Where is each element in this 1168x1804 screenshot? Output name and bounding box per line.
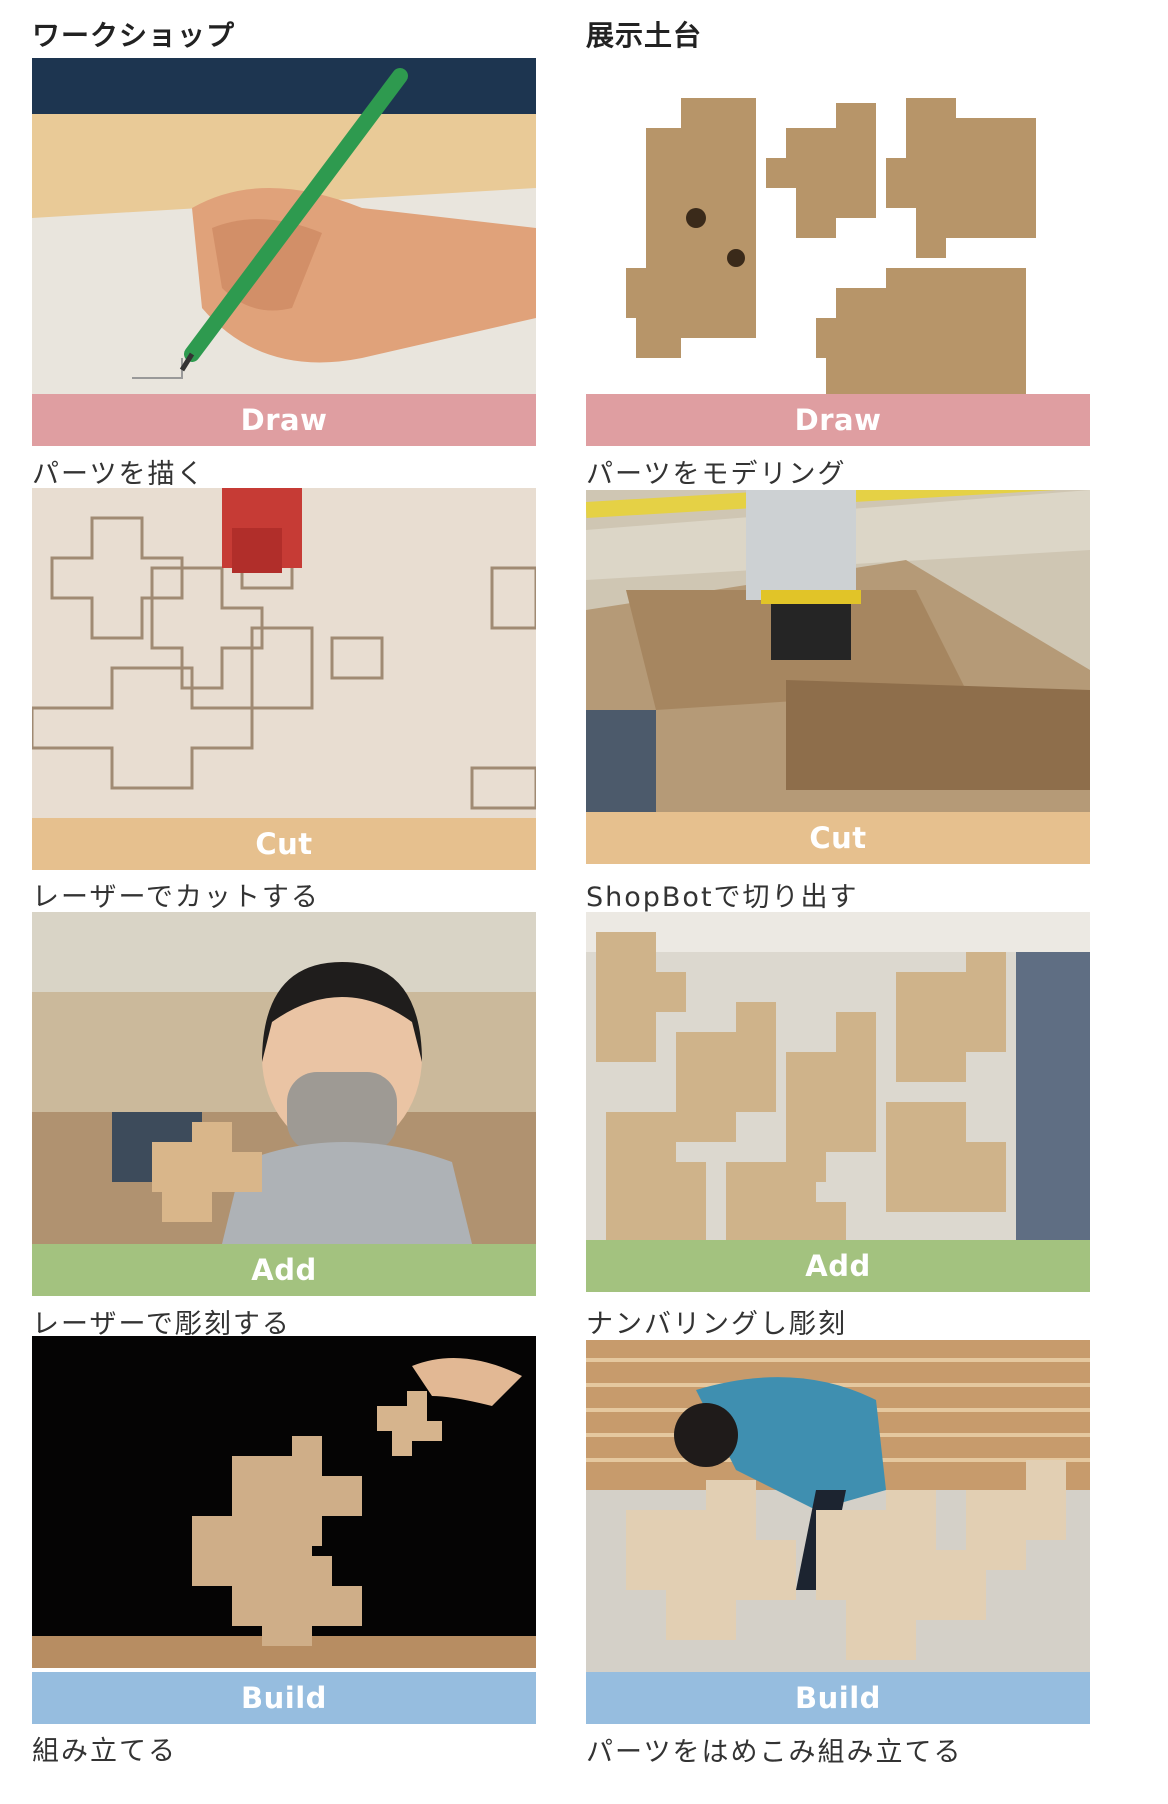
modeled-parts-photo (586, 58, 1090, 394)
step-draw-band: Draw (586, 394, 1090, 446)
step-build-caption: 組み立てる (32, 1736, 177, 1767)
step-build-band: Build (586, 1672, 1090, 1724)
step-draw-band: Draw (32, 394, 536, 446)
step-draw-label: Draw (240, 403, 328, 437)
step-add-band: Add (586, 1240, 1090, 1292)
laser-cutter-photo (32, 488, 536, 820)
step-build-caption: パーツをはめこみ組み立てる (586, 1737, 963, 1768)
shopbot-photo (586, 490, 1090, 820)
person-assembling-photo (586, 1340, 1090, 1672)
column-title: 展示土台 (586, 19, 703, 52)
hand-drawing-photo (32, 58, 536, 394)
step-cut-label: Cut (809, 821, 867, 855)
step-cut-band: Cut (586, 812, 1090, 864)
step-draw-caption: パーツをモデリング (586, 459, 847, 490)
step-draw-label: Draw (794, 403, 882, 437)
step-build-label: Build (241, 1681, 327, 1715)
step-draw-caption: パーツを描く (32, 459, 206, 490)
step-cut-label: Cut (255, 827, 313, 861)
step-add-band: Add (32, 1244, 536, 1296)
person-holding-piece-photo (32, 912, 536, 1244)
step-build-band: Build (32, 1672, 536, 1724)
column-title: ワークショップ (32, 19, 236, 52)
step-build-label: Build (795, 1681, 881, 1715)
assembled-pieces-photo (32, 1336, 536, 1668)
stacked-parts-photo (586, 912, 1090, 1244)
step-cut-band: Cut (32, 818, 536, 870)
step-cut-caption: ShopBotで切り出す (586, 882, 859, 913)
step-add-label: Add (805, 1249, 871, 1283)
step-cut-caption: レーザーでカットする (32, 882, 320, 913)
step-add-caption: ナンバリングし彫刻 (586, 1309, 847, 1340)
step-add-label: Add (251, 1253, 317, 1287)
